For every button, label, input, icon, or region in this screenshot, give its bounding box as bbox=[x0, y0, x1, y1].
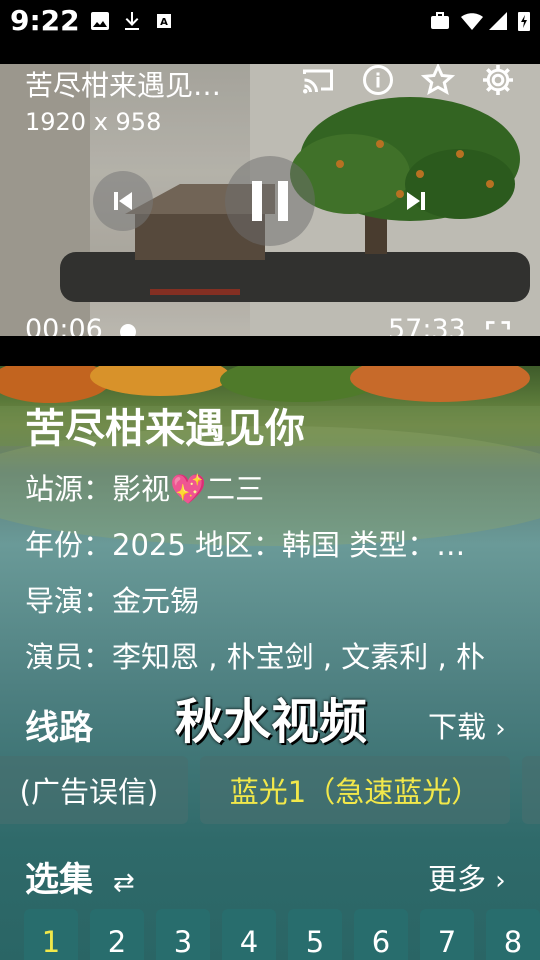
episodes-header-label: 选集 bbox=[25, 860, 93, 900]
more-episodes-link[interactable]: 更多 › bbox=[428, 856, 506, 898]
movie-title: 苦尽柑来遇见你 bbox=[25, 406, 305, 452]
episode-button[interactable]: 1 bbox=[24, 909, 78, 960]
pause-button[interactable] bbox=[225, 156, 315, 246]
episode-number: 2 bbox=[107, 925, 127, 959]
info-icon[interactable] bbox=[360, 64, 396, 98]
details-text: 年份：2025 地区：韩国 类型：… bbox=[25, 528, 466, 562]
episode-button[interactable]: 2 bbox=[90, 909, 144, 960]
fullscreen-icon[interactable] bbox=[484, 319, 512, 336]
episodes-header: 选集 ⇄ bbox=[25, 852, 135, 901]
briefcase-icon bbox=[431, 12, 449, 29]
episode-button[interactable]: 4 bbox=[222, 909, 276, 960]
actors-text: 演员：李知恩 , 朴宝剑 , 文素利 , 朴 bbox=[25, 640, 485, 674]
status-time: 9:22 bbox=[10, 4, 80, 37]
line-chip-active[interactable]: 蓝光1（急速蓝光） bbox=[200, 756, 510, 824]
episode-number: 3 bbox=[173, 925, 193, 959]
download-link[interactable]: 下载 › bbox=[428, 704, 506, 746]
video-player[interactable]: 苦尽柑来遇见… 1920 x 958 00:06 57:33 bbox=[0, 64, 540, 336]
watermark-logo: 秋水视频 bbox=[175, 682, 367, 752]
lines-header: 线路 bbox=[25, 708, 93, 748]
line-chip-overflow[interactable] bbox=[522, 756, 540, 824]
swap-sort-icon[interactable]: ⇄ bbox=[113, 868, 135, 898]
episode-number: 7 bbox=[437, 925, 457, 959]
next-button[interactable] bbox=[386, 171, 446, 231]
cast-icon[interactable] bbox=[300, 64, 336, 98]
seek-handle[interactable] bbox=[120, 324, 136, 336]
wifi-icon bbox=[461, 13, 483, 30]
signal-icon bbox=[489, 12, 507, 30]
line-chip[interactable]: (广告误信) bbox=[0, 756, 188, 824]
episode-number: 5 bbox=[305, 925, 325, 959]
chevron-right-icon: › bbox=[495, 714, 506, 744]
image-icon bbox=[91, 12, 109, 30]
source-text: 站源：影视💖二三 bbox=[25, 472, 265, 506]
current-time: 00:06 bbox=[25, 314, 103, 336]
previous-button[interactable] bbox=[93, 171, 153, 231]
episode-number: 1 bbox=[41, 925, 61, 959]
keyboard-icon: A bbox=[157, 14, 171, 28]
video-title: 苦尽柑来遇见… bbox=[25, 69, 222, 102]
episode-button[interactable]: 3 bbox=[156, 909, 210, 960]
episode-number: 4 bbox=[239, 925, 259, 959]
line-chip-label: (广告误信) bbox=[19, 775, 159, 809]
chevron-right-icon: › bbox=[495, 866, 506, 896]
status-bar: 9:22 A bbox=[0, 0, 540, 44]
episode-button[interactable]: 6 bbox=[354, 909, 408, 960]
more-label: 更多 bbox=[428, 862, 487, 896]
episode-button[interactable]: 8 bbox=[486, 909, 540, 960]
skip-previous-icon bbox=[114, 192, 132, 210]
duration: 57:33 bbox=[388, 314, 466, 336]
episode-number: 6 bbox=[371, 925, 391, 959]
video-resolution: 1920 x 958 bbox=[25, 108, 162, 136]
skip-next-icon bbox=[407, 192, 425, 210]
download-label: 下载 bbox=[428, 710, 487, 744]
svg-text:A: A bbox=[160, 17, 168, 28]
episode-button[interactable]: 5 bbox=[288, 909, 342, 960]
pause-icon bbox=[252, 181, 288, 221]
battery-icon bbox=[518, 12, 530, 31]
episode-button[interactable]: 7 bbox=[420, 909, 474, 960]
director-text: 导演：金元锡 bbox=[25, 584, 200, 618]
download-icon bbox=[125, 12, 139, 30]
info-panel: 苦尽柑来遇见你 站源：影视💖二三 年份：2025 地区：韩国 类型：… 导演：金… bbox=[0, 366, 540, 960]
settings-gear-icon[interactable] bbox=[480, 64, 516, 98]
episode-number: 8 bbox=[503, 925, 523, 959]
line-chip-label: 蓝光1（急速蓝光） bbox=[229, 775, 481, 809]
star-icon[interactable] bbox=[420, 64, 456, 98]
watermark-text: 秋水视频 bbox=[175, 694, 368, 750]
